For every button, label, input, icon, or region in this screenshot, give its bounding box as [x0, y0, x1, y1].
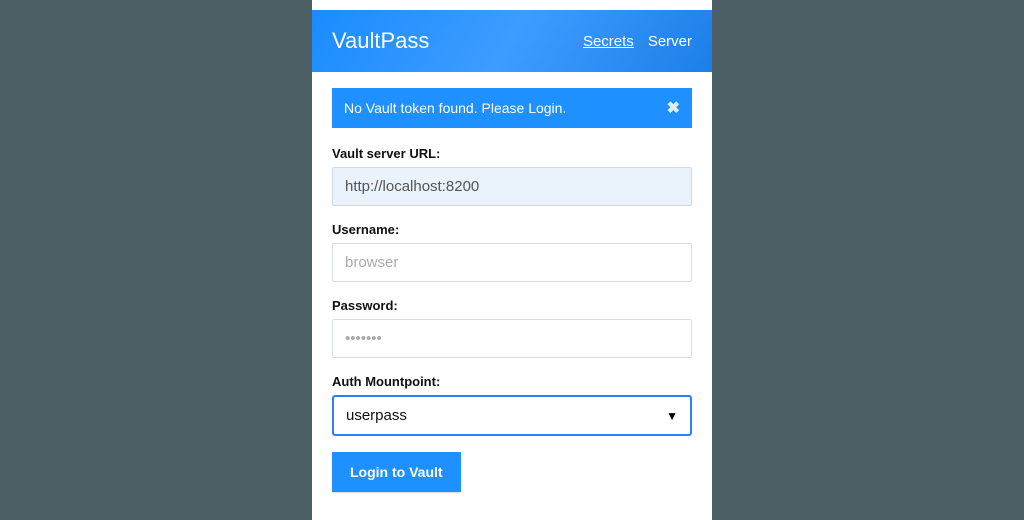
field-password: Password: — [332, 298, 692, 358]
label-server-url: Vault server URL: — [332, 146, 692, 161]
nav-links: Secrets Server — [583, 33, 692, 50]
top-gap — [312, 0, 712, 10]
input-username[interactable] — [332, 243, 692, 282]
field-username: Username: — [332, 222, 692, 282]
alert-banner: No Vault token found. Please Login. ✖ — [332, 88, 692, 128]
brand-title: VaultPass — [332, 28, 429, 54]
login-button[interactable]: Login to Vault — [332, 452, 461, 492]
select-auth-mountpoint[interactable]: userpass — [332, 395, 692, 436]
label-auth-mountpoint: Auth Mountpoint: — [332, 374, 692, 389]
field-auth-mountpoint: Auth Mountpoint: userpass ▼ — [332, 374, 692, 436]
input-server-url[interactable] — [332, 167, 692, 206]
input-password[interactable] — [332, 319, 692, 358]
nav-secrets[interactable]: Secrets — [583, 33, 634, 50]
select-wrap: userpass ▼ — [332, 395, 692, 436]
label-password: Password: — [332, 298, 692, 313]
field-server-url: Vault server URL: — [332, 146, 692, 206]
label-username: Username: — [332, 222, 692, 237]
content-area: No Vault token found. Please Login. ✖ Va… — [312, 72, 712, 508]
close-icon[interactable]: ✖ — [667, 98, 680, 118]
nav-server[interactable]: Server — [648, 33, 692, 50]
extension-panel: VaultPass Secrets Server No Vault token … — [312, 0, 712, 520]
alert-text: No Vault token found. Please Login. — [344, 100, 566, 116]
navbar: VaultPass Secrets Server — [312, 10, 712, 72]
